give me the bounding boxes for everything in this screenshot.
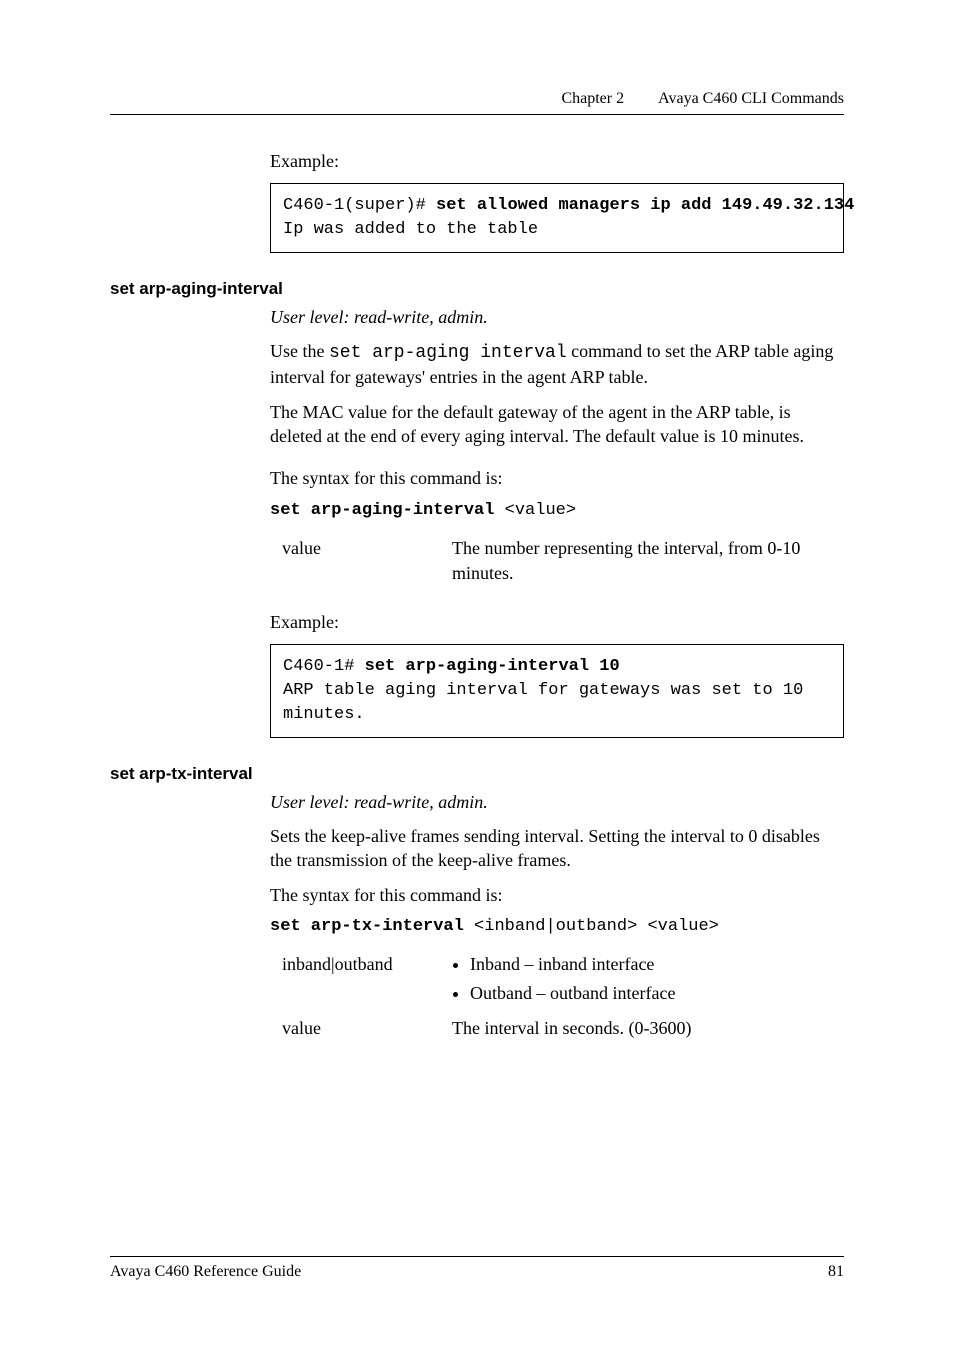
list-item: Outband – outband interface bbox=[470, 981, 844, 1006]
code-line: Ip was added to the table bbox=[283, 220, 538, 239]
body-text: The MAC value for the default gateway of… bbox=[270, 400, 844, 449]
param-name: inband|outband bbox=[282, 952, 452, 1010]
page-footer: Avaya C460 Reference Guide 81 bbox=[110, 1256, 844, 1281]
body-text: Use the set arp-aging interval command t… bbox=[270, 339, 844, 390]
code-line: ARP table aging interval for gateways wa… bbox=[283, 681, 803, 700]
param-desc: The interval in seconds. (0-3600) bbox=[452, 1016, 844, 1041]
param-row: value The interval in seconds. (0-3600) bbox=[282, 1016, 844, 1041]
footer-left: Avaya C460 Reference Guide bbox=[110, 1263, 301, 1281]
syntax-label: The syntax for this command is: bbox=[270, 466, 844, 490]
section-heading: set arp-aging-interval bbox=[110, 279, 844, 299]
example-label: Example: bbox=[270, 610, 844, 634]
code-line: C460-1(super)# set allowed managers ip a… bbox=[283, 196, 854, 215]
code-example-1: C460-1(super)# set allowed managers ip a… bbox=[270, 183, 844, 253]
example-label: Example: bbox=[270, 149, 844, 173]
list-item: Inband – inband interface bbox=[470, 952, 844, 977]
syntax-line: set arp-aging-interval <value> bbox=[270, 501, 844, 520]
code-example-2: C460-1# set arp-aging-interval 10 ARP ta… bbox=[270, 644, 844, 737]
param-desc: The number representing the interval, fr… bbox=[452, 536, 844, 586]
section-heading: set arp-tx-interval bbox=[110, 764, 844, 784]
param-name: value bbox=[282, 1016, 452, 1041]
syntax-label: The syntax for this command is: bbox=[270, 883, 844, 907]
syntax-line: set arp-tx-interval <inband|outband> <va… bbox=[270, 917, 844, 936]
chapter-title: Avaya C460 CLI Commands bbox=[658, 90, 844, 107]
running-header: Chapter 2 Avaya C460 CLI Commands bbox=[110, 90, 844, 115]
chapter-label: Chapter 2 bbox=[561, 90, 624, 107]
param-row: value The number representing the interv… bbox=[282, 536, 844, 586]
user-level: User level: read-write, admin. bbox=[270, 305, 844, 329]
param-desc: Inband – inband interface Outband – outb… bbox=[452, 952, 844, 1010]
user-level: User level: read-write, admin. bbox=[270, 790, 844, 814]
code-line: C460-1# set arp-aging-interval 10 bbox=[283, 657, 620, 676]
param-name: value bbox=[282, 536, 452, 586]
param-row: inband|outband Inband – inband interface… bbox=[282, 952, 844, 1010]
code-line: minutes. bbox=[283, 705, 365, 724]
body-text: Sets the keep-alive frames sending inter… bbox=[270, 824, 844, 873]
footer-page-number: 81 bbox=[828, 1263, 844, 1281]
